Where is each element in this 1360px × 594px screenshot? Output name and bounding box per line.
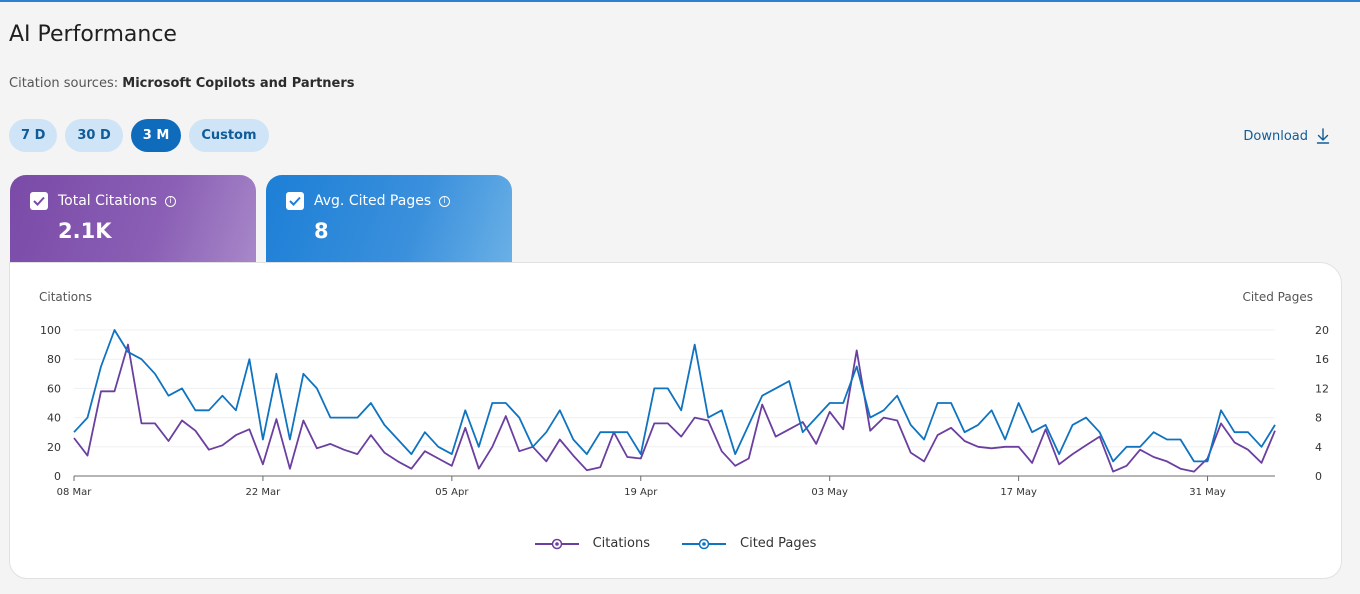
x-tick-label: 31 May	[1189, 487, 1226, 498]
right-tick-label: 8	[1315, 412, 1322, 425]
legend-citations-label: Citations	[592, 536, 650, 551]
range-3m-button[interactable]: 3 M	[130, 119, 182, 152]
info-icon[interactable]: i	[439, 195, 451, 207]
right-tick-label: 12	[1315, 382, 1329, 395]
total-citations-tile[interactable]: Total Citations i 2.1K	[10, 175, 256, 265]
download-label: Download	[1243, 128, 1308, 144]
x-tick-label: 17 May	[1000, 487, 1037, 498]
checkmark-icon	[33, 196, 45, 206]
checkmark-icon	[289, 196, 301, 206]
left-tick-label: 0	[54, 470, 61, 483]
left-tick-label: 60	[47, 382, 61, 395]
legend-citations-marker-icon	[534, 538, 579, 549]
left-tick-label: 40	[47, 412, 61, 425]
avg-cited-pages-checkbox[interactable]	[286, 192, 304, 210]
left-tick-label: 100	[40, 324, 61, 337]
date-range-selector: 7 D 30 D 3 M Custom	[9, 119, 269, 152]
right-tick-label: 16	[1315, 353, 1329, 366]
legend-cited-pages-label: Cited Pages	[740, 536, 817, 551]
x-tick-label: 19 Apr	[624, 487, 658, 498]
chart-panel: Citations Cited Pages 0 20 40 60 80 100 0 4 8 12 1…	[9, 262, 1342, 579]
download-button[interactable]: Download	[1243, 128, 1330, 144]
right-tick-label: 20	[1315, 324, 1329, 337]
range-custom-button[interactable]: Custom	[189, 119, 269, 152]
range-30d-button[interactable]: 30 D	[65, 119, 123, 152]
citation-sources-value: Microsoft Copilots and Partners	[122, 76, 355, 91]
citations-series-line	[73, 343, 1276, 473]
legend-cited-pages-marker-icon	[682, 538, 726, 549]
page-title: AI Performance	[9, 22, 177, 47]
range-7d-button[interactable]: 7 D	[9, 119, 58, 152]
avg-cited-pages-tile[interactable]: Avg. Cited Pages i 8	[266, 175, 512, 265]
right-tick-label: 4	[1315, 441, 1322, 454]
citation-sources: Citation sources: Microsoft Copilots and…	[9, 76, 355, 91]
download-icon	[1316, 128, 1330, 144]
left-tick-label: 80	[47, 353, 61, 366]
total-citations-value: 2.1K	[58, 219, 112, 243]
citation-sources-label: Citation sources:	[9, 76, 119, 91]
avg-cited-pages-label: Avg. Cited Pages	[314, 193, 432, 209]
top-accent-line	[0, 0, 1360, 2]
total-citations-checkbox[interactable]	[30, 192, 48, 210]
x-tick-label: 03 May	[811, 487, 848, 498]
avg-cited-pages-value: 8	[314, 219, 329, 243]
legend-cited-pages[interactable]: Cited Pages	[682, 536, 816, 551]
legend-citations[interactable]: Citations	[534, 536, 650, 551]
x-tick-label: 08 Mar	[57, 487, 93, 498]
chart-legend: Citations Cited Pages	[10, 536, 1341, 551]
info-icon[interactable]: i	[165, 195, 176, 207]
right-tick-label: 0	[1315, 470, 1322, 483]
x-tick-label: 22 Mar	[246, 487, 282, 498]
total-citations-label: Total Citations	[58, 193, 157, 209]
x-tick-label: 05 Apr	[435, 487, 469, 498]
left-tick-label: 20	[47, 441, 61, 454]
line-chart: 0 20 40 60 80 100 0 4 8 12 16 20 08 Mar 22 Mar 05 Apr 1…	[40, 324, 1329, 498]
